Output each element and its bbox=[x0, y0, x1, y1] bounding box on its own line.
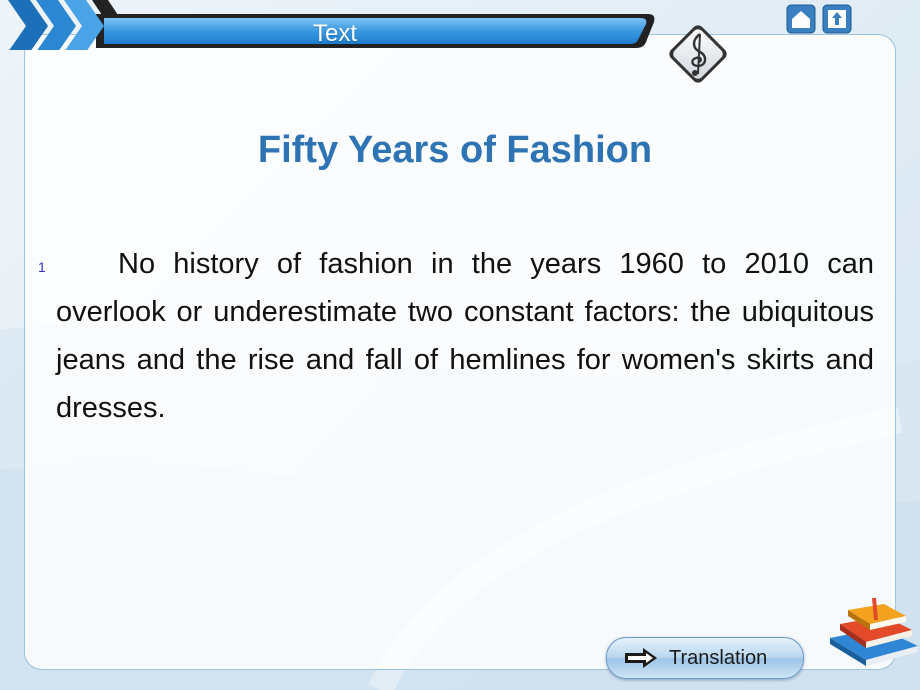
translation-label: Translation bbox=[669, 647, 768, 669]
arrow-right-icon bbox=[625, 648, 657, 668]
paragraph-number: 1 bbox=[38, 259, 46, 275]
music-note-icon[interactable] bbox=[662, 18, 734, 90]
header-title: Text bbox=[312, 20, 357, 47]
page-title: Fifty Years of Fashion bbox=[257, 129, 653, 171]
books-icon bbox=[830, 598, 918, 666]
translation-button[interactable]: Translation bbox=[606, 637, 804, 679]
home-icon[interactable] bbox=[786, 4, 816, 34]
paragraph-text: No history of fashion in the years 1960 … bbox=[56, 248, 874, 424]
up-arrow-icon[interactable] bbox=[822, 4, 852, 34]
